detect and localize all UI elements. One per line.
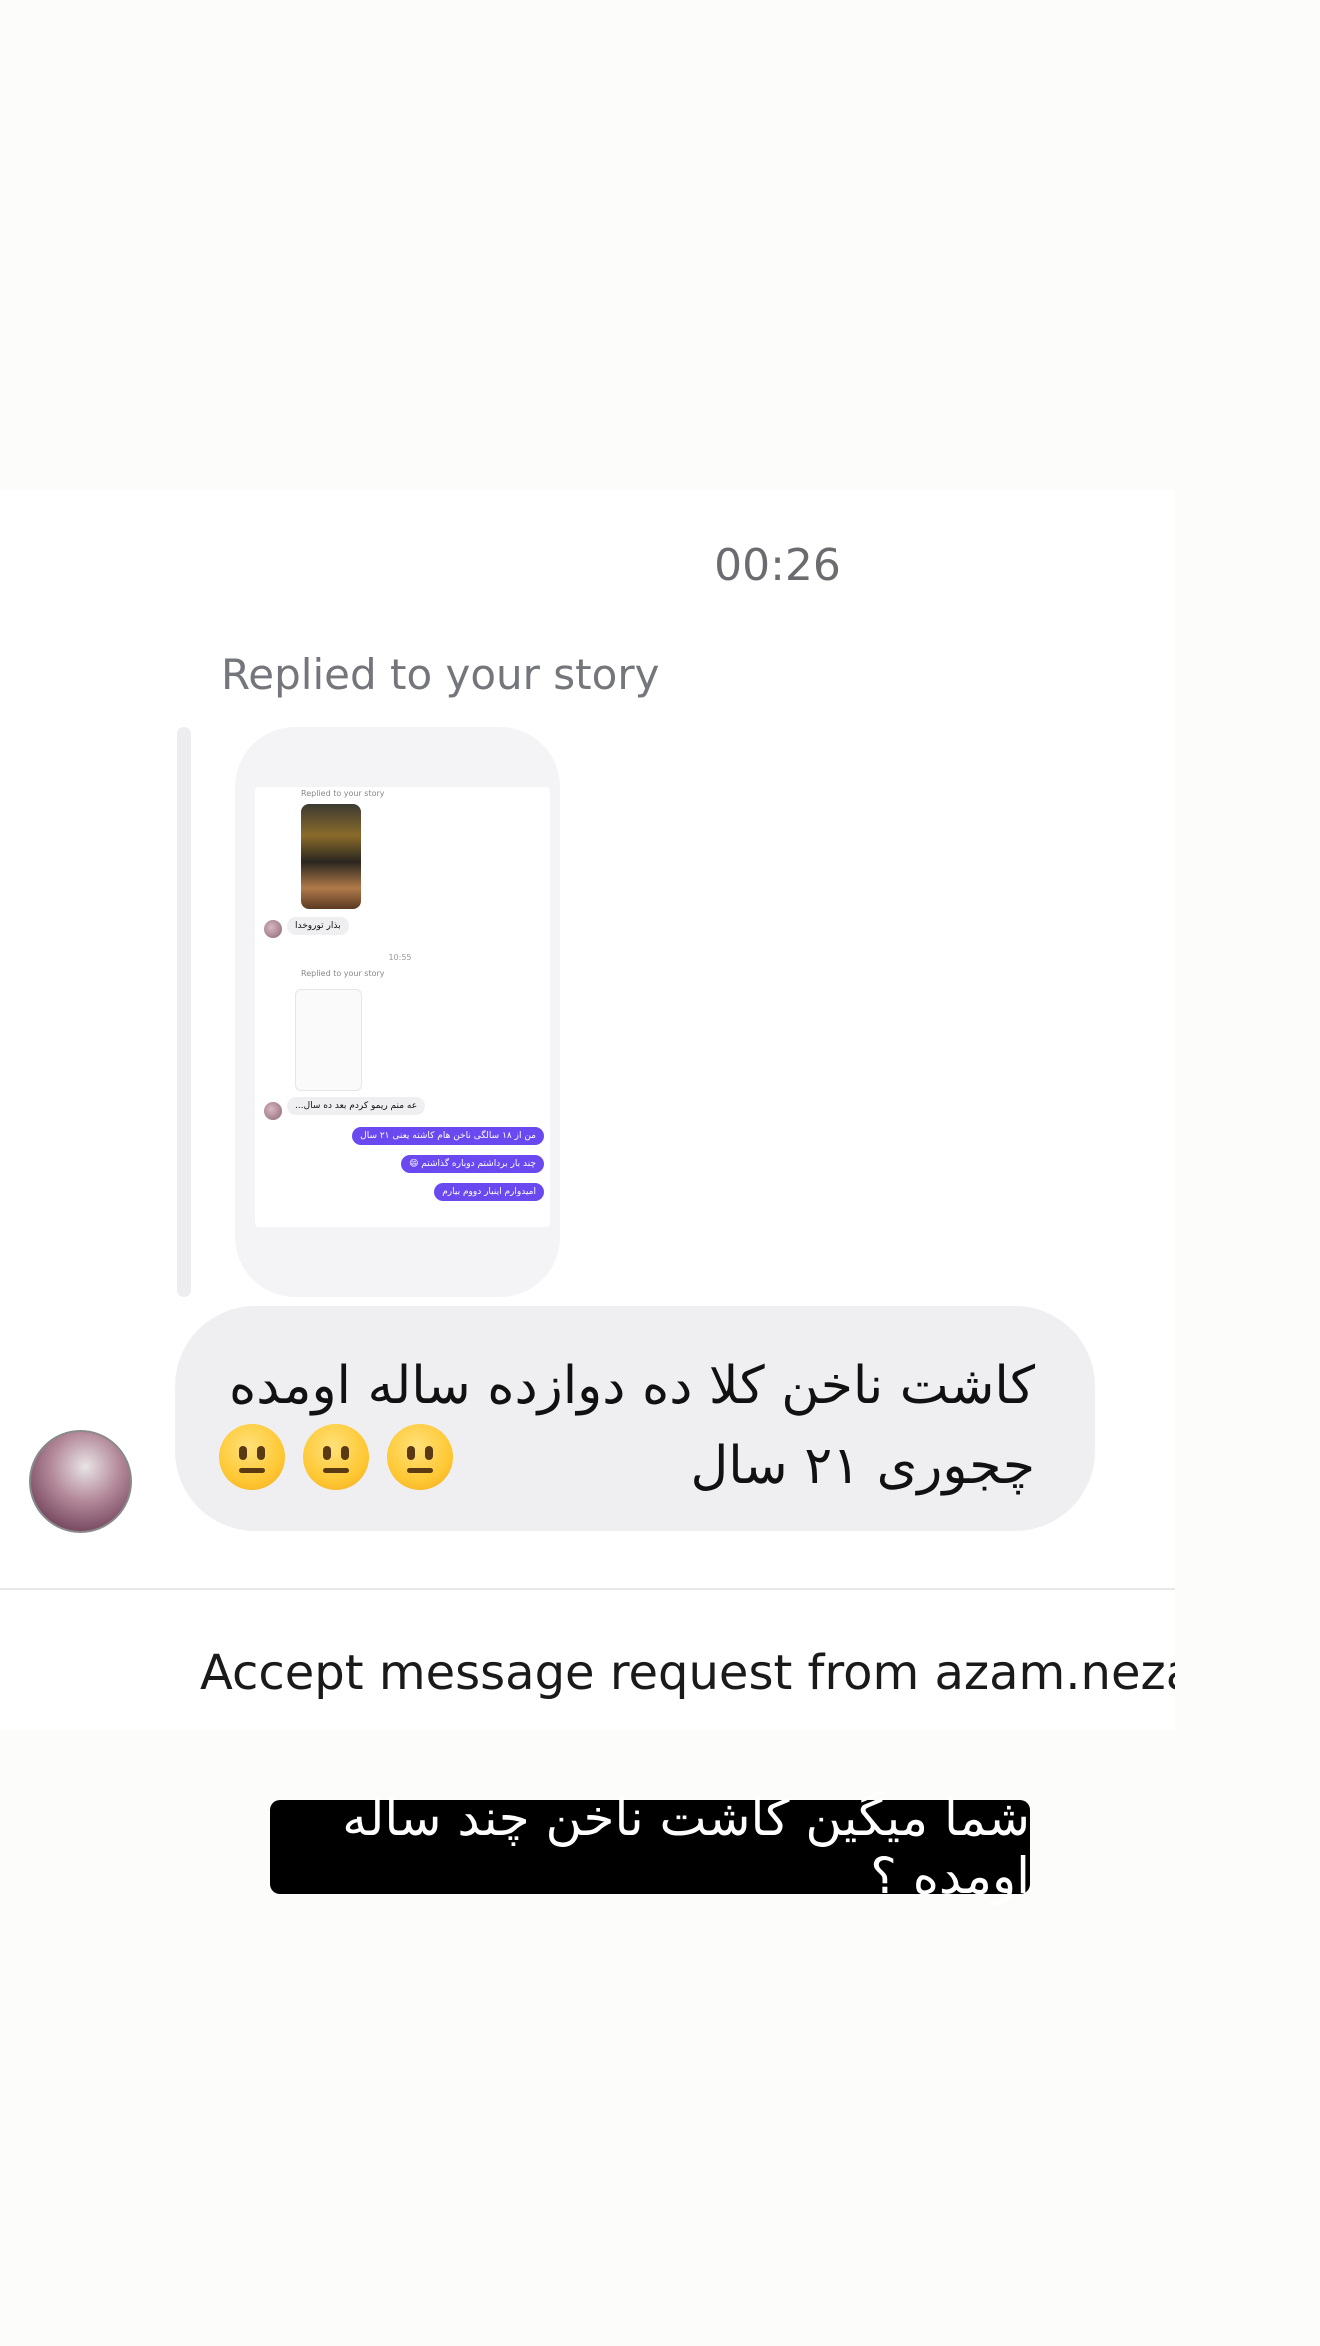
neutral-face-emoji-icon <box>219 1424 285 1490</box>
mini-replied-label: Replied to your story <box>301 789 385 798</box>
mini-avatar <box>264 920 282 938</box>
incoming-message-bubble[interactable]: کاشت ناخن کلا ده دوازده ساله اومده چجوری… <box>175 1306 1095 1531</box>
story-preview-card[interactable]: Replied to your story بذار تورو‌خدا 10:5… <box>235 727 560 1297</box>
mini-timestamp: 10:55 <box>388 953 412 962</box>
replied-to-story-label: Replied to your story <box>221 650 660 699</box>
mini-story-thumbnail-2 <box>295 989 362 1091</box>
story-caption-overlay: شما میگین کاشت ناخن چند ساله اومده ؟ <box>270 1789 1030 1905</box>
mini-outgoing-message-1: من از ۱۸ سالگی ناخن هام کاشته یعنی ۲۱ سا… <box>352 1127 544 1145</box>
mini-incoming-message-2: عه منم ریمو کردم بعد ده سال... <box>287 1097 426 1115</box>
divider <box>0 1588 1175 1590</box>
mini-replied-label-2: Replied to your story <box>301 969 385 978</box>
accept-request-text: Accept message request from azam.neza <box>200 1645 1175 1701</box>
mini-story-thumbnail <box>301 804 361 909</box>
mini-outgoing-message-2: چند بار برداشتم دوباره گذاشتم 😄 <box>401 1155 544 1173</box>
message-timestamp: 00:26 <box>714 540 841 591</box>
emoji-row <box>219 1424 453 1490</box>
mini-outgoing-message-3: امیدوارم اینبار دووم بیارم <box>434 1183 544 1201</box>
mini-avatar-2 <box>264 1102 282 1120</box>
sender-avatar[interactable] <box>29 1430 132 1533</box>
reply-quote-bar <box>177 727 191 1297</box>
message-line-1: کاشت ناخن کلا ده دوازده ساله اومده <box>229 1356 1035 1416</box>
story-screenshot: Replied to your story بذار تورو‌خدا 10:5… <box>255 787 550 1227</box>
mini-incoming-message: بذار تورو‌خدا <box>287 917 349 935</box>
neutral-face-emoji-icon <box>303 1424 369 1490</box>
neutral-face-emoji-icon <box>387 1424 453 1490</box>
